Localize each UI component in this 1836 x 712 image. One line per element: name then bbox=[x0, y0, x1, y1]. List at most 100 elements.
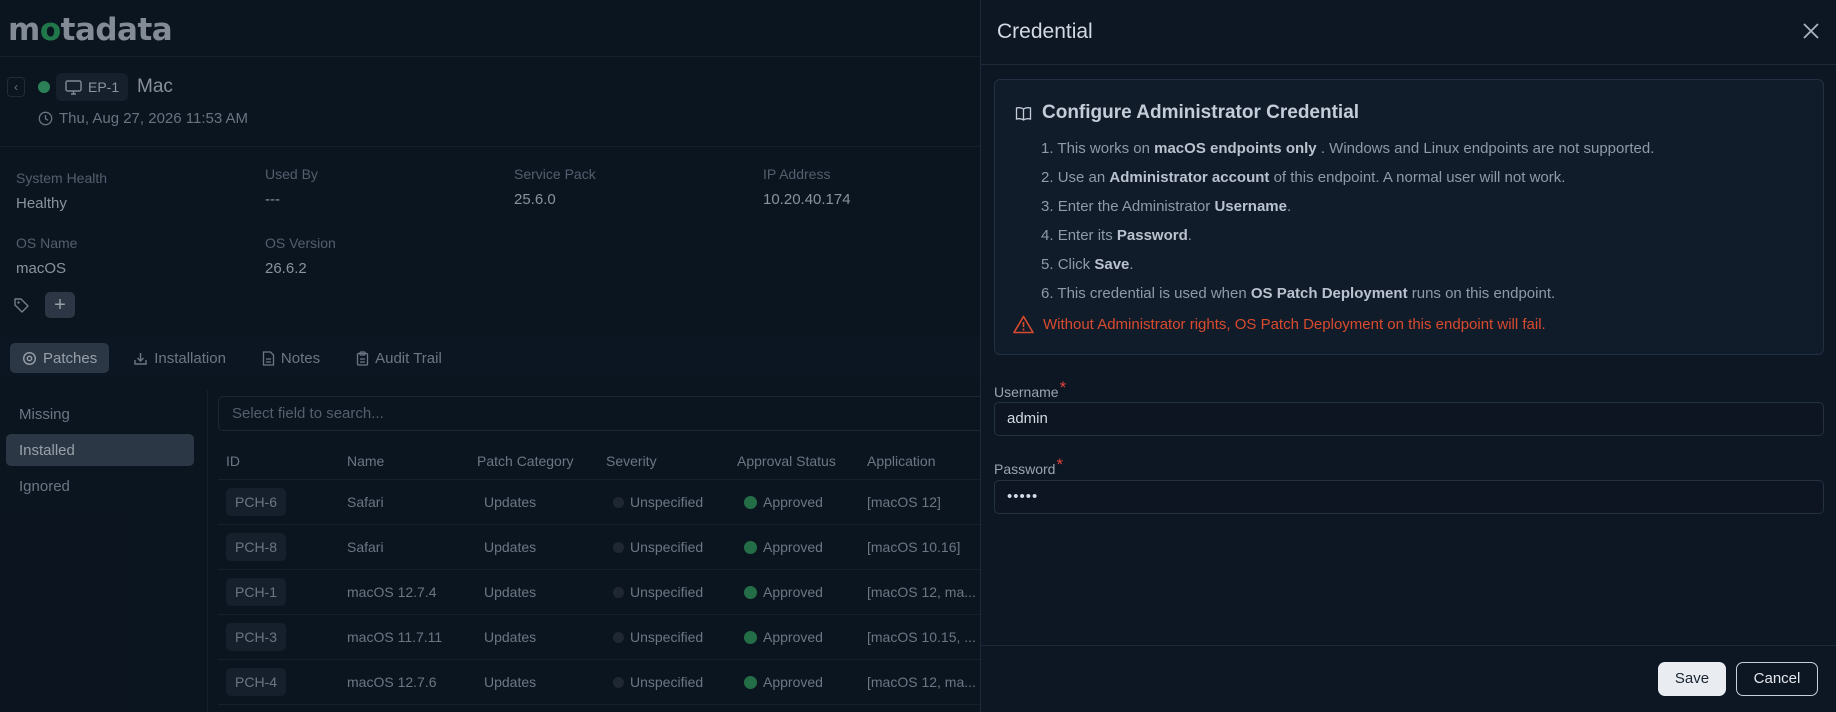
tag-row: + bbox=[8, 292, 75, 318]
severity-dot bbox=[613, 542, 624, 553]
table-row[interactable]: PCH-4 macOS 12.7.6 Updates Unspecified Appro… bbox=[218, 660, 980, 705]
warning-message: Without Administrator rights, OS Patch D… bbox=[1013, 315, 1546, 334]
meta-os-name: OS Name macOS bbox=[16, 235, 77, 277]
instruction-step: 3. Enter the Administrator Username. bbox=[1041, 198, 1654, 227]
divider bbox=[207, 390, 208, 712]
cell-category: Updates bbox=[477, 539, 606, 555]
tab-audit-trail[interactable]: Audit Trail bbox=[344, 343, 454, 373]
step-emphasis: Save bbox=[1094, 256, 1130, 273]
cell-name: macOS 11.7.11 bbox=[347, 629, 443, 645]
search-input[interactable]: Select field to search... bbox=[218, 396, 980, 431]
approval-dot bbox=[744, 541, 757, 554]
password-field[interactable]: ••••• bbox=[994, 480, 1824, 514]
cell-name: macOS 12.7.6 bbox=[347, 674, 437, 690]
tab-notes[interactable]: Notes bbox=[250, 343, 332, 373]
cell-category: Updates bbox=[477, 494, 606, 510]
category-text: Updates bbox=[484, 494, 537, 510]
severity-dot bbox=[613, 497, 624, 508]
cell-approval: Approved bbox=[737, 539, 867, 555]
column-header-application[interactable]: Application bbox=[867, 453, 980, 469]
cell-severity: Unspecified bbox=[606, 539, 737, 555]
book-icon bbox=[1015, 106, 1032, 121]
column-header-id[interactable]: ID bbox=[218, 453, 347, 469]
logo: motadata bbox=[8, 12, 173, 48]
tab-label: Audit Trail bbox=[375, 349, 442, 367]
column-header-name[interactable]: Name bbox=[347, 453, 477, 469]
column-header-approval-status[interactable]: Approval Status bbox=[737, 453, 867, 469]
status-dot bbox=[38, 81, 50, 93]
cell-application: [macOS 12, ma... bbox=[867, 674, 976, 690]
required-mark: * bbox=[1056, 455, 1064, 474]
table-row[interactable]: PCH-6 Safari Updates Unspecified Approved [ma… bbox=[218, 480, 980, 525]
required-mark: * bbox=[1059, 378, 1067, 397]
instruction-step: 5. Click Save. bbox=[1041, 256, 1654, 285]
meta-label: System Health bbox=[16, 170, 108, 186]
cell-approval: Approved bbox=[737, 674, 867, 690]
sidebar-item-installed[interactable]: Installed bbox=[6, 434, 194, 466]
patch-id-chip[interactable]: PCH-6 bbox=[226, 488, 287, 516]
patch-id-chip[interactable]: PCH-1 bbox=[226, 578, 287, 606]
warning-icon bbox=[1013, 315, 1034, 334]
tag-icon[interactable] bbox=[8, 292, 34, 318]
cell-category: Updates bbox=[477, 629, 606, 645]
endpoint-chip: EP-1 bbox=[56, 73, 129, 101]
approval-text: Approved bbox=[763, 584, 823, 600]
sidebar-item-ignored[interactable]: Ignored bbox=[6, 470, 194, 502]
step-text-end: . bbox=[1129, 256, 1134, 273]
cancel-button[interactable]: Cancel bbox=[1736, 662, 1818, 696]
meta-value: 10.20.40.174 bbox=[763, 191, 851, 208]
clipboard-icon bbox=[356, 350, 369, 366]
step-text: This works on bbox=[1057, 140, 1155, 157]
save-button[interactable]: Save bbox=[1658, 662, 1726, 696]
column-header-severity[interactable]: Severity bbox=[606, 453, 737, 469]
step-number: 5. bbox=[1041, 256, 1054, 273]
severity-text: Unspecified bbox=[630, 494, 704, 510]
drawer-footer-divider bbox=[981, 645, 1836, 646]
clock-icon bbox=[38, 111, 53, 126]
step-emphasis: macOS endpoints only bbox=[1154, 140, 1317, 157]
instruction-steps: 1. This works on macOS endpoints only . … bbox=[1041, 140, 1654, 314]
cell-application: [macOS 10.15, ... bbox=[867, 629, 976, 645]
monitor-icon bbox=[65, 79, 82, 95]
patch-id-chip[interactable]: PCH-3 bbox=[226, 623, 287, 651]
step-text-end: of this endpoint. A normal user will not… bbox=[1269, 169, 1566, 186]
step-text: Enter its bbox=[1057, 227, 1117, 244]
table-row[interactable]: PCH-1 macOS 12.7.4 Updates Unspecified Appro… bbox=[218, 570, 980, 615]
step-text: This credential is used when bbox=[1057, 285, 1251, 302]
cell-severity: Unspecified bbox=[606, 584, 737, 600]
approval-dot bbox=[744, 496, 757, 509]
tab-installation[interactable]: Installation bbox=[121, 343, 238, 373]
warning-text: Without Administrator rights, OS Patch D… bbox=[1043, 316, 1546, 333]
table-header: ID Name Patch Category Severity Approval… bbox=[218, 442, 980, 480]
instruction-step: 4. Enter its Password. bbox=[1041, 227, 1654, 256]
severity-text: Unspecified bbox=[630, 674, 704, 690]
patch-id-chip[interactable]: PCH-4 bbox=[226, 668, 287, 696]
patch-id-chip[interactable]: PCH-8 bbox=[226, 533, 287, 561]
cell-category: Updates bbox=[477, 584, 606, 600]
close-icon[interactable] bbox=[1800, 20, 1822, 42]
category-text: Updates bbox=[484, 584, 537, 600]
step-number: 4. bbox=[1041, 227, 1054, 244]
username-field[interactable]: admin bbox=[994, 402, 1824, 436]
cell-id: PCH-1 bbox=[218, 578, 347, 606]
meta-label: OS Name bbox=[16, 235, 78, 251]
back-button[interactable]: ‹ bbox=[7, 77, 25, 97]
info-title: Configure Administrator Credential bbox=[1015, 102, 1359, 124]
table-row[interactable]: PCH-8 Safari Updates Unspecified Approved [ma… bbox=[218, 525, 980, 570]
tab-patches[interactable]: Patches bbox=[10, 343, 110, 373]
step-text: Click bbox=[1057, 256, 1095, 273]
sidebar-item-missing[interactable]: Missing bbox=[6, 398, 194, 430]
cell-severity: Unspecified bbox=[606, 494, 737, 510]
patch-table: ID Name Patch Category Severity Approval… bbox=[218, 442, 980, 705]
table-row[interactable]: PCH-3 macOS 11.7.11 Updates Unspecified Appr… bbox=[218, 615, 980, 660]
table-body: PCH-6 Safari Updates Unspecified Approved [ma… bbox=[218, 480, 980, 705]
add-tag-button[interactable]: + bbox=[45, 292, 75, 318]
cell-id: PCH-6 bbox=[218, 488, 347, 516]
meta-used-by: Used By --- bbox=[265, 166, 318, 208]
cell-approval: Approved bbox=[737, 494, 867, 510]
credential-drawer: Credential Configure Administrator Crede… bbox=[980, 0, 1836, 712]
meta-value: 25.6.0 bbox=[514, 191, 556, 208]
step-text-end: . bbox=[1286, 198, 1292, 215]
meta-value: --- bbox=[265, 191, 280, 208]
column-header-patch-category[interactable]: Patch Category bbox=[477, 453, 606, 469]
